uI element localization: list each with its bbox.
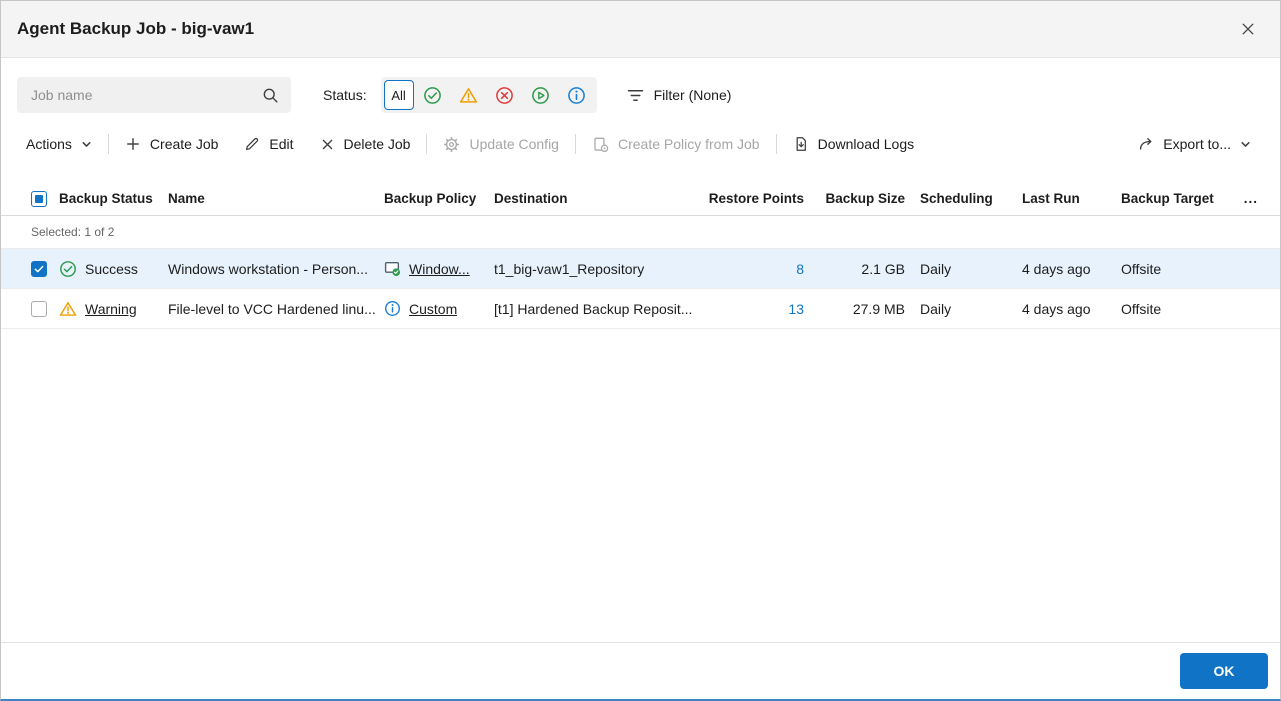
delete-job-label: Delete Job (343, 136, 411, 152)
create-policy-from-job-button[interactable]: Create Policy from Job (579, 127, 773, 161)
destination: [t1] Hardened Backup Reposit... (494, 300, 693, 317)
status-filter-label: Status: (323, 87, 367, 103)
export-arrow-icon (1140, 138, 1152, 150)
backup-policy-link[interactable]: Custom (409, 301, 457, 317)
filter-none-label: Filter (None) (653, 87, 732, 103)
download-logs-icon (796, 137, 806, 151)
update-config-label: Update Config (469, 136, 559, 152)
column-header-backup-status[interactable]: Backup Status (59, 191, 168, 206)
delete-job-button[interactable]: Delete Job (307, 127, 424, 161)
jobs-table: Backup Status Name Backup Policy Destina… (1, 182, 1280, 642)
table-header-row: Backup Status Name Backup Policy Destina… (1, 182, 1280, 216)
scheduling: Daily (920, 300, 952, 317)
status-error-filter-button[interactable] (488, 80, 522, 110)
success-circle-icon (424, 86, 441, 104)
close-icon (1242, 23, 1254, 35)
column-header-name[interactable]: Name (168, 191, 384, 206)
create-policy-from-job-label: Create Policy from Job (617, 136, 760, 152)
toolbar-divider (775, 134, 777, 154)
custom-policy-icon (385, 301, 400, 316)
export-to-button[interactable]: Export to... (1125, 127, 1264, 161)
chevron-down-icon (82, 141, 91, 147)
column-header-last-run[interactable]: Last Run (1022, 191, 1121, 206)
status-all-button[interactable]: All (383, 80, 414, 110)
plus-icon (127, 138, 139, 150)
titlebar: Agent Backup Job - big-vaw1 (1, 1, 1280, 58)
success-circle-icon (60, 260, 76, 277)
column-settings-button[interactable]: ... (1233, 191, 1280, 206)
last-run: 4 days ago (1022, 260, 1091, 277)
column-header-backup-size[interactable]: Backup Size (804, 191, 905, 206)
export-to-label: Export to... (1163, 136, 1231, 152)
info-circle-icon (568, 86, 585, 104)
search-box[interactable] (17, 77, 291, 113)
filter-bar: Status: All Filter (None) (17, 77, 1264, 113)
status-label: Success (85, 260, 138, 277)
create-job-label: Create Job (149, 136, 219, 152)
warning-triangle-icon (59, 301, 77, 316)
chevron-down-icon (1241, 141, 1250, 147)
close-button[interactable] (1234, 15, 1262, 43)
status-warning-filter-button[interactable] (452, 80, 486, 110)
search-icon (263, 88, 278, 103)
backup-policy-link[interactable]: Window... (409, 261, 470, 277)
pencil-icon (246, 137, 259, 151)
table-row[interactable]: Success Windows workstation - Person... … (1, 249, 1280, 289)
check-icon (34, 265, 44, 272)
delete-x-icon (322, 139, 332, 149)
column-header-restore-points[interactable]: Restore Points (704, 191, 804, 206)
error-circle-icon (496, 86, 513, 104)
gear-icon (444, 136, 460, 152)
select-all-checkbox[interactable] (31, 190, 47, 207)
ok-button[interactable]: OK (1180, 653, 1268, 689)
status-filter-group: All (380, 77, 597, 113)
restore-points-link[interactable]: 13 (788, 301, 804, 317)
selected-summary: Selected: 1 of 2 (1, 216, 1280, 249)
filter-lines-icon (627, 89, 643, 101)
row-checkbox[interactable] (31, 300, 47, 317)
row-checkbox[interactable] (31, 260, 47, 277)
column-header-destination[interactable]: Destination (494, 191, 704, 206)
warning-triangle-icon (459, 87, 478, 103)
last-run: 4 days ago (1022, 300, 1091, 317)
indeterminate-mark (35, 194, 43, 203)
update-config-button[interactable]: Update Config (430, 127, 572, 161)
filter-none-button[interactable]: Filter (None) (627, 87, 732, 104)
backup-target: Offsite (1121, 260, 1162, 277)
backup-target: Offsite (1121, 300, 1162, 317)
page-title: Agent Backup Job - big-vaw1 (17, 19, 255, 38)
windows-policy-icon (384, 261, 401, 277)
policy-gear-icon (594, 137, 609, 152)
actions-button[interactable]: Actions (13, 127, 105, 161)
backup-size: 27.9 MB (852, 300, 905, 317)
edit-label: Edit (269, 136, 294, 152)
column-header-backup-policy[interactable]: Backup Policy (384, 191, 494, 206)
create-job-button[interactable]: Create Job (112, 127, 231, 161)
actions-label: Actions (26, 136, 72, 152)
running-circle-icon (532, 86, 549, 104)
destination: t1_big-vaw1_Repository (494, 260, 645, 277)
status-link[interactable]: Warning (85, 301, 137, 317)
status-info-filter-button[interactable] (560, 80, 594, 110)
agent-backup-job-dialog: Agent Backup Job - big-vaw1 Status: All (0, 0, 1281, 701)
edit-button[interactable]: Edit (231, 127, 306, 161)
table-row[interactable]: Warning File-level to VCC Hardened linu.… (1, 289, 1280, 329)
scheduling: Daily (920, 260, 952, 277)
job-name: File-level to VCC Hardened linu... (168, 300, 376, 317)
restore-points-link[interactable]: 8 (796, 261, 804, 277)
status-success-filter-button[interactable] (416, 80, 450, 110)
job-name-search-input[interactable] (31, 87, 262, 103)
status-running-filter-button[interactable] (524, 80, 558, 110)
download-logs-button[interactable]: Download Logs (780, 127, 928, 161)
footer: OK (1, 642, 1280, 699)
column-header-scheduling[interactable]: Scheduling (905, 191, 1022, 206)
download-logs-label: Download Logs (817, 136, 915, 152)
column-header-backup-target[interactable]: Backup Target (1121, 191, 1233, 206)
job-name: Windows workstation - Person... (168, 260, 368, 277)
toolbar-divider (107, 134, 109, 154)
backup-size: 2.1 GB (861, 260, 905, 277)
toolbar: Actions Create Job Edit Delete Job Updat… (13, 127, 1264, 161)
toolbar-divider (426, 134, 428, 154)
toolbar-divider (574, 134, 576, 154)
